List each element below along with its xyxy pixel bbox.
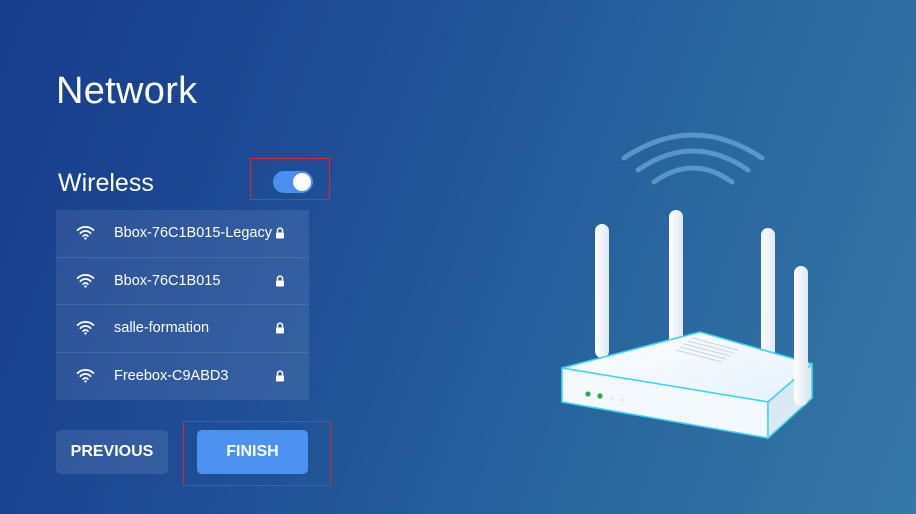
wireless-label: Wireless [58,169,154,197]
network-item[interactable]: Bbox-76C1B015 [56,258,309,305]
network-ssid: Freebox-C9ABD3 [114,367,229,384]
router-illustration [561,132,814,440]
wifi-icon [76,368,95,383]
lock-icon [276,274,284,286]
previous-button[interactable]: PREVIOUS [56,430,168,474]
lock-icon [276,227,284,239]
signal-waves-icon [621,132,765,185]
page-title: Network [56,70,198,112]
network-list: Bbox-76C1B015-Legacy Bbox-76C1B015 salle… [56,210,309,400]
network-ssid: salle-formation [114,320,210,336]
wifi-icon [76,226,95,240]
network-item[interactable]: Freebox-C9ABD3 [56,353,309,401]
wireless-toggle[interactable] [273,171,313,193]
lock-icon [276,322,284,334]
toggle-knob [293,173,311,191]
network-ssid: Bbox-76C1B015 [114,272,221,289]
network-item[interactable]: Bbox-76C1B015-Legacy [56,210,309,258]
lock-icon [276,369,284,381]
wifi-icon [76,273,95,288]
network-item[interactable]: salle-formation [56,305,309,353]
finish-highlight-box [183,421,331,486]
wifi-icon [76,321,95,335]
network-ssid: Bbox-76C1B015-Legacy [114,225,272,241]
